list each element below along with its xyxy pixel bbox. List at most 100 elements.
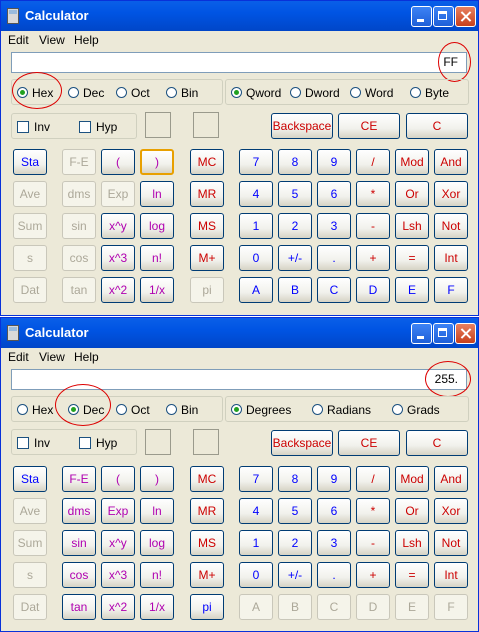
- subtract-button[interactable]: -: [356, 213, 390, 239]
- key-c[interactable]: C: [317, 594, 351, 620]
- key-8[interactable]: 8: [278, 466, 312, 492]
- display-field[interactable]: FF: [11, 52, 467, 73]
- dms-button[interactable]: dms: [62, 181, 96, 207]
- m-plus-button[interactable]: M+: [190, 245, 224, 271]
- reciprocal-button[interactable]: 1/x: [140, 594, 174, 620]
- ln-button[interactable]: ln: [140, 498, 174, 524]
- divide-button[interactable]: /: [356, 466, 390, 492]
- log-button[interactable]: log: [140, 213, 174, 239]
- key-1[interactable]: 1: [239, 213, 273, 239]
- exp-button[interactable]: Exp: [101, 498, 135, 524]
- log-button[interactable]: log: [140, 530, 174, 556]
- title-bar[interactable]: Calculator: [1, 318, 478, 348]
- menu-help[interactable]: Help: [74, 33, 99, 47]
- x-squared-button[interactable]: x^2: [101, 594, 135, 620]
- key-2[interactable]: 2: [278, 213, 312, 239]
- sin-button[interactable]: sin: [62, 213, 96, 239]
- xor-button[interactable]: Xor: [434, 181, 468, 207]
- minimize-icon[interactable]: [411, 6, 432, 27]
- fe-button[interactable]: F-E: [62, 466, 96, 492]
- menu-view[interactable]: View: [39, 350, 65, 364]
- not-button[interactable]: Not: [434, 530, 468, 556]
- factorial-button[interactable]: n!: [140, 562, 174, 588]
- key-2[interactable]: 2: [278, 530, 312, 556]
- key-9[interactable]: 9: [317, 466, 351, 492]
- dat-button[interactable]: Dat: [13, 277, 47, 303]
- key-3[interactable]: 3: [317, 213, 351, 239]
- key-7[interactable]: 7: [239, 466, 273, 492]
- mc-button[interactable]: MC: [190, 149, 224, 175]
- x-pow-y-button[interactable]: x^y: [101, 213, 135, 239]
- mod-button[interactable]: Mod: [395, 466, 429, 492]
- key-6[interactable]: 6: [317, 498, 351, 524]
- key-8[interactable]: 8: [278, 149, 312, 175]
- x-pow-y-button[interactable]: x^y: [101, 530, 135, 556]
- negate-button[interactable]: +/-: [278, 562, 312, 588]
- key-c[interactable]: C: [317, 277, 351, 303]
- not-button[interactable]: Not: [434, 213, 468, 239]
- key-7[interactable]: 7: [239, 149, 273, 175]
- tan-button[interactable]: tan: [62, 594, 96, 620]
- minimize-icon[interactable]: [411, 323, 432, 344]
- divide-button[interactable]: /: [356, 149, 390, 175]
- maximize-icon[interactable]: [433, 6, 454, 27]
- int-button[interactable]: Int: [434, 245, 468, 271]
- maximize-icon[interactable]: [433, 323, 454, 344]
- pi-button[interactable]: pi: [190, 277, 224, 303]
- menu-edit[interactable]: Edit: [8, 350, 29, 364]
- tan-button[interactable]: tan: [62, 277, 96, 303]
- key-f[interactable]: F: [434, 277, 468, 303]
- clear-button[interactable]: C: [406, 430, 468, 456]
- sum-button[interactable]: Sum: [13, 213, 47, 239]
- cos-button[interactable]: cos: [62, 562, 96, 588]
- negate-button[interactable]: +/-: [278, 245, 312, 271]
- key-d[interactable]: D: [356, 277, 390, 303]
- key-9[interactable]: 9: [317, 149, 351, 175]
- exp-button[interactable]: Exp: [101, 181, 135, 207]
- clear-button[interactable]: C: [406, 113, 468, 139]
- open-paren-button[interactable]: (: [101, 466, 135, 492]
- lsh-button[interactable]: Lsh: [395, 530, 429, 556]
- key-0[interactable]: 0: [239, 562, 273, 588]
- menu-help[interactable]: Help: [74, 350, 99, 364]
- reciprocal-button[interactable]: 1/x: [140, 277, 174, 303]
- close-icon[interactable]: [455, 323, 476, 344]
- key-b[interactable]: B: [278, 277, 312, 303]
- key-3[interactable]: 3: [317, 530, 351, 556]
- m-plus-button[interactable]: M+: [190, 562, 224, 588]
- key-5[interactable]: 5: [278, 181, 312, 207]
- and-button[interactable]: And: [434, 466, 468, 492]
- menu-edit[interactable]: Edit: [8, 33, 29, 47]
- decimal-button[interactable]: .: [317, 245, 351, 271]
- ave-button[interactable]: Ave: [13, 181, 47, 207]
- key-5[interactable]: 5: [278, 498, 312, 524]
- xor-button[interactable]: Xor: [434, 498, 468, 524]
- lsh-button[interactable]: Lsh: [395, 213, 429, 239]
- key-a[interactable]: A: [239, 594, 273, 620]
- ms-button[interactable]: MS: [190, 530, 224, 556]
- key-b[interactable]: B: [278, 594, 312, 620]
- decimal-button[interactable]: .: [317, 562, 351, 588]
- close-paren-button[interactable]: ): [140, 149, 174, 175]
- key-4[interactable]: 4: [239, 498, 273, 524]
- x-cubed-button[interactable]: x^3: [101, 245, 135, 271]
- mod-button[interactable]: Mod: [395, 149, 429, 175]
- cos-button[interactable]: cos: [62, 245, 96, 271]
- backspace-button[interactable]: Backspace: [271, 113, 333, 139]
- dms-button[interactable]: dms: [62, 498, 96, 524]
- or-button[interactable]: Or: [395, 181, 429, 207]
- key-0[interactable]: 0: [239, 245, 273, 271]
- key-a[interactable]: A: [239, 277, 273, 303]
- menu-view[interactable]: View: [39, 33, 65, 47]
- close-paren-button[interactable]: ): [140, 466, 174, 492]
- backspace-button[interactable]: Backspace: [271, 430, 333, 456]
- key-d[interactable]: D: [356, 594, 390, 620]
- sta-button[interactable]: Sta: [13, 149, 47, 175]
- key-f[interactable]: F: [434, 594, 468, 620]
- dat-button[interactable]: Dat: [13, 594, 47, 620]
- factorial-button[interactable]: n!: [140, 245, 174, 271]
- subtract-button[interactable]: -: [356, 530, 390, 556]
- ln-button[interactable]: ln: [140, 181, 174, 207]
- int-button[interactable]: Int: [434, 562, 468, 588]
- x-cubed-button[interactable]: x^3: [101, 562, 135, 588]
